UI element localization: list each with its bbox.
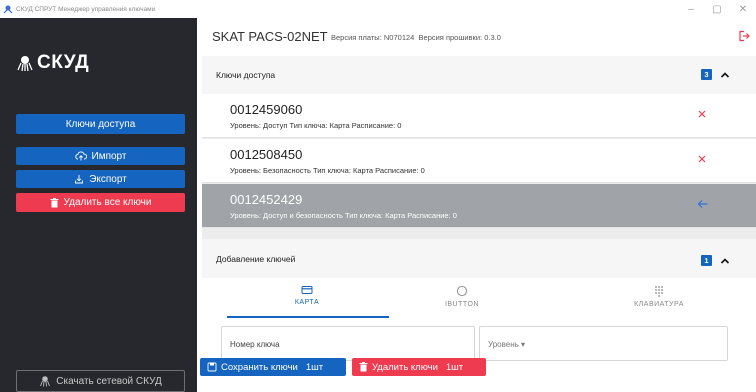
firmware-version-label: Версия прошивки:	[418, 33, 483, 42]
minimize-button[interactable]: –	[678, 0, 704, 18]
cloud-upload-icon	[74, 151, 87, 161]
tab-ibutton-label: IBUTTON	[444, 301, 480, 308]
key-number-placeholder: Номер ключа	[230, 340, 280, 349]
delete-keys-button[interactable]: Удалить ключи 1шт	[352, 358, 486, 376]
active-tab-indicator	[227, 316, 389, 318]
close-window-button[interactable]: ✕	[730, 0, 756, 18]
close-icon[interactable]	[697, 109, 707, 119]
board-version-label: Версия платы:	[331, 33, 382, 42]
keys-panel-title: Ключи доступа	[216, 70, 276, 80]
tab-keypad-label: КЛАВИАТУРА	[634, 301, 684, 308]
key-info: Уровень: Доступ и безопасность Тип ключа…	[230, 211, 457, 220]
add-keys-panel-title: Добавление ключей	[216, 254, 296, 264]
delete-keys-count: 1шт	[445, 361, 464, 373]
maximize-button[interactable]: ▢	[704, 0, 730, 18]
key-list-item[interactable]: 0012459060 Уровень: Доступ Тип ключа: Ка…	[202, 94, 756, 138]
delete-keys-label: Удалить ключи	[372, 361, 438, 373]
firmware-version-value: 0.3.0	[484, 33, 501, 42]
tab-ibutton[interactable]: IBUTTON	[382, 282, 542, 316]
delete-all-keys-button[interactable]: Удалить все ключи	[16, 193, 185, 212]
device-meta: Версия платы: N070124 Версия прошивки: 0…	[331, 33, 501, 42]
download-network-skud-button[interactable]: Скачать сетевой СКУД	[16, 370, 185, 392]
key-info: Уровень: Безопасность Тип ключа: Карта Р…	[230, 166, 425, 175]
card-icon	[301, 286, 313, 294]
key-number: 0012452429	[230, 192, 303, 207]
keys-count-badge: 3	[701, 69, 712, 80]
brand-name: СКУД	[37, 52, 90, 73]
main-area: SKAT PACS-02NET Версия платы: N070124 Ве…	[197, 18, 756, 392]
tab-card[interactable]: КАРТА	[227, 282, 387, 316]
key-info: Уровень: Доступ Тип ключа: Карта Расписа…	[230, 121, 402, 130]
device-header: SKAT PACS-02NET Версия платы: N070124 Ве…	[197, 18, 756, 56]
save-keys-count: 1шт	[305, 361, 324, 373]
level-select[interactable]: Уровень ▾	[479, 326, 728, 361]
keypad-icon	[655, 286, 663, 297]
level-placeholder: Уровень ▾	[488, 340, 526, 349]
ibutton-icon	[456, 285, 468, 297]
chevron-up-icon[interactable]	[719, 69, 731, 81]
key-number: 0012459060	[230, 102, 303, 117]
access-keys-label: Ключи доступа	[65, 118, 136, 130]
tab-keypad[interactable]: КЛАВИАТУРА	[579, 282, 739, 316]
save-keys-button[interactable]: Сохранить ключи 1шт	[200, 358, 346, 376]
undo-icon[interactable]	[697, 199, 709, 209]
device-name: SKAT PACS-02NET	[212, 29, 328, 44]
delete-all-label: Удалить все ключи	[63, 197, 152, 208]
key-number-input[interactable]: Номер ключа	[221, 326, 475, 361]
export-button[interactable]: Экспорт	[16, 170, 185, 188]
brand: СКУД	[16, 52, 89, 74]
keys-panel-header[interactable]: Ключи доступа 3	[202, 56, 756, 94]
download-icon	[75, 175, 84, 184]
octopus-logo-icon	[17, 56, 33, 72]
export-label: Экспорт	[89, 173, 127, 185]
logout-icon[interactable]	[738, 30, 750, 42]
import-label: Импорт	[91, 150, 127, 162]
save-keys-label: Сохранить ключи	[221, 361, 298, 373]
save-icon	[207, 362, 217, 372]
trash-icon	[359, 362, 368, 372]
download-network-skud-label: Скачать сетевой СКУД	[56, 375, 162, 387]
import-button[interactable]: Импорт	[16, 147, 185, 165]
trash-icon	[50, 197, 59, 207]
key-list-item-selected[interactable]: 0012452429 Уровень: Доступ и безопасност…	[202, 184, 756, 228]
window-titlebar: СКУД СПРУТ Менеджер управления ключами –…	[0, 0, 756, 18]
access-keys-button[interactable]: Ключи доступа	[16, 114, 185, 134]
chevron-up-icon[interactable]	[719, 255, 731, 267]
sidebar: СКУД Ключи доступа Импорт Экспорт Удалит…	[0, 18, 197, 392]
close-icon[interactable]	[697, 154, 707, 164]
board-version-value: N070124	[383, 33, 415, 42]
add-keys-panel-header[interactable]: Добавление ключей 1	[202, 239, 756, 278]
tab-card-label: КАРТА	[294, 299, 320, 306]
window-title: СКУД СПРУТ Менеджер управления ключами	[16, 5, 156, 13]
key-list-item[interactable]: 0012508450 Уровень: Безопасность Тип клю…	[202, 139, 756, 183]
add-count-badge: 1	[701, 255, 712, 266]
octopus-icon	[40, 376, 51, 387]
content: Ключи доступа 3 0012459060 Уровень: Дост…	[202, 56, 756, 392]
app-icon	[3, 5, 13, 14]
key-number: 0012508450	[230, 147, 303, 162]
